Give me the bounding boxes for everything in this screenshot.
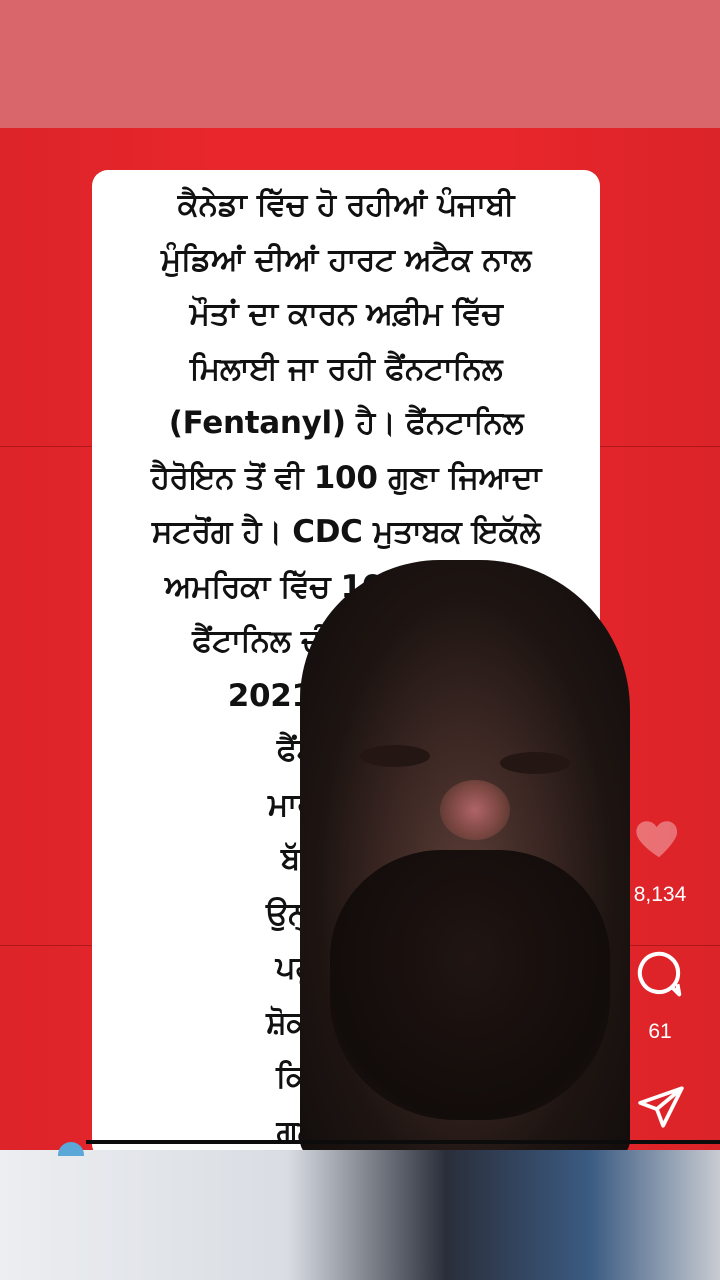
face-shadow — [500, 752, 570, 774]
face-highlight — [440, 780, 510, 840]
caption-line: ਕੈਨੇਡਾ ਵਿੱਚ ਹੋ ਰਹੀਆਂ ਪੰਜਾਬੀ — [177, 187, 515, 223]
video-progress-bar[interactable] — [86, 1140, 720, 1144]
caption-line: ਮੌਤਾਂ ਦਾ ਕਾਰਨ ਅਫ਼ੀਮ ਵਿੱਚ — [189, 296, 503, 332]
caption-line: ਹੈਰੋਇਨ ਤੋਂ ਵੀ 100 ਗੁਣਾ ਜਿਆਦਾ — [150, 459, 542, 496]
bottom-background — [0, 1150, 720, 1280]
caption-line: (Fentanyl) ਹੈ। ਫੈਂਨਟਾਨਿਲ — [168, 405, 524, 441]
face-shadow — [330, 850, 610, 1120]
send-icon[interactable] — [636, 1082, 686, 1132]
comment-icon[interactable] — [632, 946, 686, 1000]
face-shadow — [360, 745, 430, 767]
caption-line: ਸਟਰੋਂਗ ਹੈ। CDC ਮੁਤਾਬਕ ਇਕੱਲੇ — [151, 514, 541, 550]
top-strip — [0, 0, 720, 128]
comments-count: 61 — [648, 1020, 672, 1043]
caption-line: ਮਿਲਾਈ ਜਾ ਰਹੀ ਫੈਂਨਟਾਨਿਲ — [189, 350, 503, 387]
likes-count: 8,134 — [633, 883, 687, 906]
caption-line: ਮੁੰਡਿਆਂ ਦੀਆਂ ਹਾਰਟ ਅਟੈਕ ਨਾਲ — [161, 241, 531, 278]
heart-icon[interactable] — [632, 810, 686, 864]
